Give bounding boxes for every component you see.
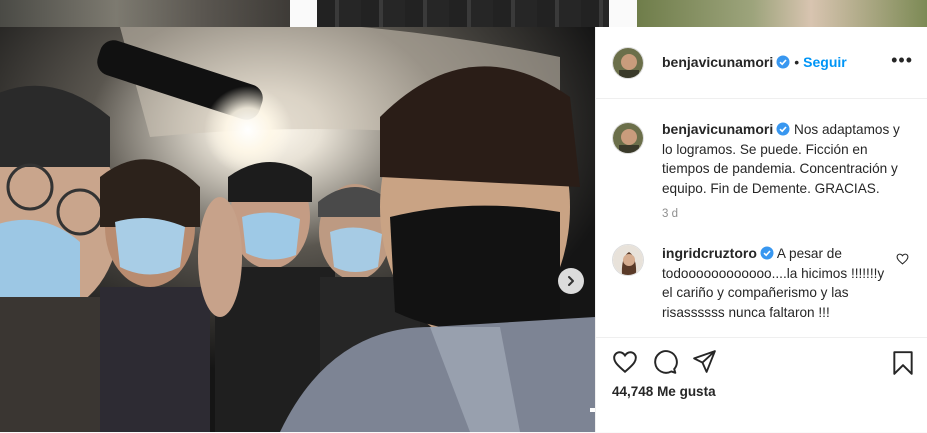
thumbnail-right[interactable]	[637, 0, 927, 27]
author-username[interactable]: benjavicunamori	[662, 54, 773, 70]
author-avatar[interactable]	[612, 47, 644, 79]
caption-author-avatar-image	[613, 123, 643, 153]
thumbnail-center[interactable]	[317, 0, 609, 27]
follow-button[interactable]: Seguir	[803, 54, 847, 70]
post-side-panel: benjavicunamori • Seguir ••• benjavicunamo…	[595, 27, 927, 432]
chevron-right-icon	[568, 276, 574, 286]
comment-author-avatar-image	[613, 245, 643, 275]
separator-dot: •	[794, 54, 800, 70]
post-photo[interactable]	[0, 27, 595, 432]
likes-label: Me gusta	[657, 384, 716, 399]
comment-author-avatar[interactable]	[612, 244, 644, 276]
comment: ingridcruztoro A pesar de todooooooooooo…	[662, 244, 887, 322]
likes-count[interactable]: 44,748 Me gusta	[612, 384, 716, 399]
caption-author-username[interactable]: benjavicunamori	[662, 121, 773, 137]
heart-icon[interactable]	[612, 350, 638, 374]
comment-icon[interactable]	[652, 349, 678, 375]
caption: benjavicunamori Nos adaptamos y lo logra…	[662, 120, 907, 198]
verified-badge-icon	[760, 246, 774, 260]
post-photo-illustration	[0, 27, 595, 432]
post-timestamp[interactable]: 3 d	[662, 208, 678, 220]
verified-badge-icon	[776, 122, 790, 136]
share-icon[interactable]	[692, 349, 717, 374]
more-options-icon[interactable]: •••	[891, 51, 913, 69]
next-photo-button[interactable]	[558, 268, 584, 294]
post-header: benjavicunamori • Seguir •••	[596, 27, 927, 99]
caption-author-avatar[interactable]	[612, 122, 644, 154]
author-line: benjavicunamori • Seguir	[662, 54, 847, 72]
bookmark-icon[interactable]	[892, 350, 914, 376]
comment-like-heart-icon[interactable]	[896, 253, 909, 265]
post-actions: 44,748 Me gusta	[596, 337, 927, 433]
verified-badge-icon	[776, 55, 790, 69]
comment-author-username[interactable]: ingridcruztoro	[662, 245, 757, 261]
author-avatar-image	[613, 48, 643, 78]
likes-number: 44,748	[612, 384, 654, 399]
thumbnail-left[interactable]	[0, 0, 290, 27]
